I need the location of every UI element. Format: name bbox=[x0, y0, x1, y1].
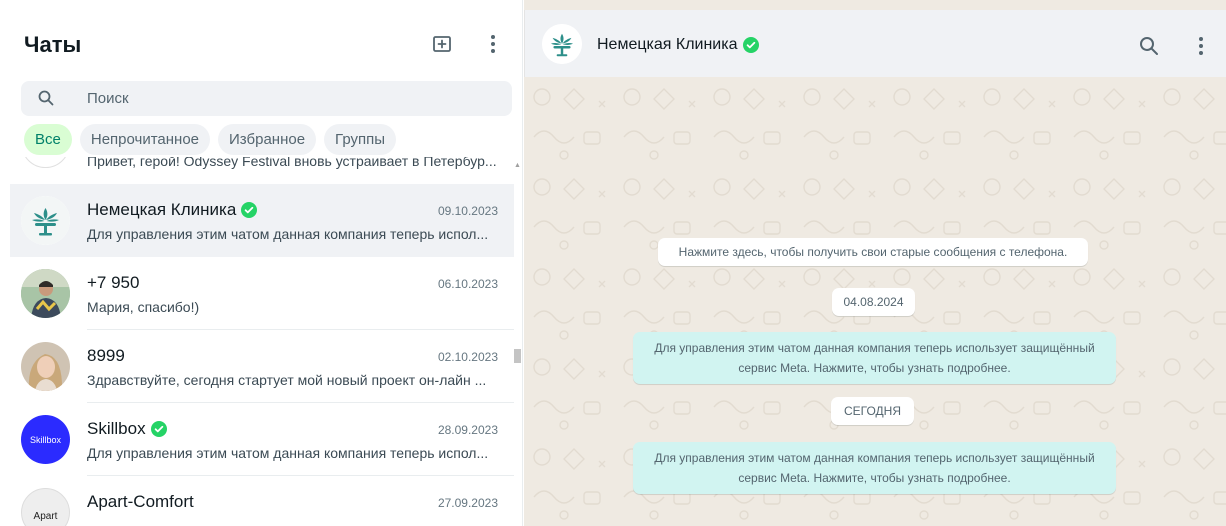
chat-date: 02.10.2023 bbox=[437, 350, 498, 364]
avatar[interactable] bbox=[542, 24, 582, 64]
chat-name: +7 950 bbox=[87, 273, 140, 292]
chat-preview: Для управления этим чатом данная компани… bbox=[87, 445, 489, 461]
chat-list-header: Чаты bbox=[0, 10, 522, 74]
verified-badge-icon bbox=[150, 421, 167, 437]
filter-unread[interactable]: Непрочитанное bbox=[79, 124, 211, 155]
menu-dots-icon bbox=[1199, 37, 1203, 55]
date-text: СЕГОДНЯ bbox=[843, 404, 902, 418]
avatar bbox=[21, 196, 70, 245]
chat-row-skillbox[interactable]: Skillbox Skillbox 28.09.2023 Для управле… bbox=[10, 403, 514, 476]
clinic-logo-icon bbox=[21, 196, 70, 245]
conversation-header[interactable]: Немецкая Клиника bbox=[524, 10, 1226, 77]
scrollbar[interactable] bbox=[514, 157, 521, 526]
verified-badge-icon bbox=[241, 202, 258, 218]
verified-badge-icon bbox=[742, 37, 759, 53]
conversation-pane: Немецкая Клиника Нажмите здесь, чтобы по… bbox=[524, 0, 1226, 526]
chat-date: 06.10.2023 bbox=[437, 277, 498, 291]
page-title: Чаты bbox=[24, 32, 82, 57]
contact-name-text: Немецкая Клиника bbox=[597, 36, 738, 53]
new-chat-button[interactable] bbox=[430, 32, 454, 56]
date-separator: СЕГОДНЯ bbox=[831, 397, 914, 425]
search-icon bbox=[1140, 37, 1158, 55]
chat-preview: Для управления этим чатом данная компани… bbox=[87, 226, 489, 242]
info-text: Для управления этим чатом данная компани… bbox=[654, 451, 1095, 485]
encryption-info-message[interactable]: Для управления этим чатом данная компани… bbox=[633, 442, 1116, 494]
chat-preview: Мария, спасибо!) bbox=[87, 299, 200, 315]
chat-name: Немецкая Клиника bbox=[87, 200, 258, 220]
notice-text: Нажмите здесь, чтобы получить свои стары… bbox=[678, 245, 1068, 259]
menu-button[interactable] bbox=[481, 32, 505, 56]
chat-search-button[interactable] bbox=[1137, 34, 1161, 58]
avatar bbox=[21, 269, 70, 318]
clinic-logo-icon bbox=[542, 24, 582, 64]
menu-dots-icon bbox=[491, 35, 495, 53]
chat-date: 09.10.2023 bbox=[437, 204, 498, 218]
chat-list-pane: Чаты Все Непрочитанное Избранное bbox=[0, 0, 523, 526]
chat-menu-button[interactable] bbox=[1189, 34, 1213, 58]
filter-all[interactable]: Все bbox=[24, 124, 72, 155]
chat-name-text: Немецкая Клиника bbox=[87, 200, 237, 219]
avatar-text: Apart bbox=[33, 511, 58, 522]
chat-row-8999[interactable]: 8999 02.10.2023 Здравствуйте, сегодня ст… bbox=[10, 330, 514, 403]
avatar: Apart bbox=[21, 488, 70, 526]
chat-name: Skillbox bbox=[87, 419, 167, 439]
chat-name: Apart-Comfort bbox=[87, 492, 194, 511]
filter-favorites[interactable]: Избранное bbox=[218, 124, 317, 155]
scroll-up-arrow-icon[interactable]: ▲ bbox=[514, 162, 521, 170]
filter-chips: Все Непрочитанное Избранное Группы bbox=[24, 124, 397, 156]
person-photo-icon bbox=[21, 269, 70, 318]
avatar: Skillbox bbox=[21, 415, 70, 464]
restore-messages-notice[interactable]: Нажмите здесь, чтобы получить свои стары… bbox=[658, 238, 1088, 266]
avatar-text: Skillbox bbox=[29, 434, 61, 445]
search-box[interactable] bbox=[21, 81, 512, 116]
info-text: Для управления этим чатом данная компани… bbox=[654, 341, 1095, 375]
chat-list: Немецкая Клиника 09.10.2023 Для управлен… bbox=[10, 157, 514, 526]
chat-name: 8999 bbox=[87, 346, 125, 365]
search-icon bbox=[37, 89, 55, 107]
chat-row-7-950[interactable]: +7 950 06.10.2023 Мария, спасибо!) bbox=[10, 257, 514, 330]
chat-row-apart-comfort[interactable]: Apart Apart-Comfort 27.09.2023 bbox=[10, 476, 514, 526]
date-separator: 04.08.2024 bbox=[832, 288, 915, 316]
chat-name-text: Skillbox bbox=[87, 419, 146, 438]
scrollbar-thumb[interactable] bbox=[514, 349, 521, 363]
chat-preview: Здравствуйте, сегодня стартует мой новый… bbox=[87, 372, 487, 388]
search-input[interactable] bbox=[87, 81, 487, 116]
chat-date: 27.09.2023 bbox=[437, 496, 498, 510]
chat-row-nemetskaya-klinika[interactable]: Немецкая Клиника 09.10.2023 Для управлен… bbox=[10, 184, 514, 257]
filter-groups[interactable]: Группы bbox=[324, 124, 397, 155]
new-chat-icon bbox=[433, 36, 451, 52]
person-photo-icon bbox=[21, 342, 70, 391]
date-text: 04.08.2024 bbox=[843, 295, 904, 309]
contact-name[interactable]: Немецкая Клиника bbox=[597, 36, 759, 54]
chat-date: 28.09.2023 bbox=[437, 423, 498, 437]
avatar bbox=[21, 342, 70, 391]
encryption-info-message[interactable]: Для управления этим чатом данная компани… bbox=[633, 332, 1116, 384]
